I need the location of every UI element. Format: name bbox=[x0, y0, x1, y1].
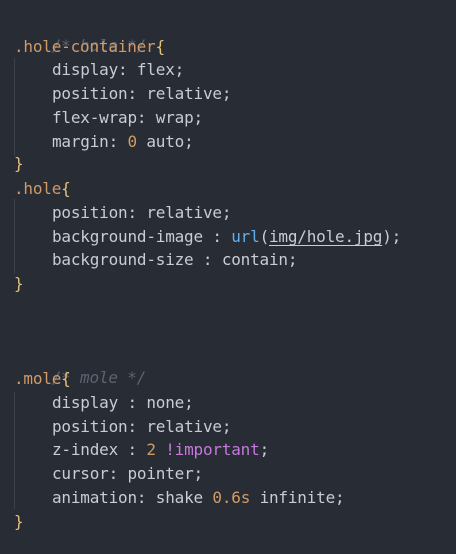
open-brace: { bbox=[61, 179, 71, 198]
css-selector: .hole-container bbox=[14, 37, 156, 56]
css-url[interactable]: img/hole.jpg bbox=[269, 227, 382, 246]
code-line: .hole{ bbox=[14, 177, 71, 200]
css-value: pointer bbox=[127, 464, 194, 483]
close-brace: } bbox=[14, 512, 24, 531]
code-line: animation: shake 0.6s infinite; bbox=[52, 488, 345, 507]
open-brace: { bbox=[61, 369, 71, 388]
css-property: background-image bbox=[52, 227, 203, 246]
css-property: cursor bbox=[52, 464, 109, 483]
code-line: background-image : url(img/hole.jpg); bbox=[52, 227, 402, 246]
css-property: margin bbox=[52, 132, 109, 151]
open-brace: { bbox=[155, 37, 166, 56]
code-line: /* mole */ bbox=[14, 343, 147, 387]
code-line: } bbox=[14, 272, 24, 295]
css-number: 2 bbox=[146, 440, 156, 459]
css-property: position bbox=[52, 417, 128, 436]
css-property: animation bbox=[52, 488, 137, 507]
code-line: background-size : contain; bbox=[52, 250, 298, 269]
css-value: none bbox=[146, 393, 185, 412]
code-line: margin: 0 auto; bbox=[52, 132, 194, 151]
code-line: } bbox=[14, 510, 24, 533]
close-brace: } bbox=[14, 154, 24, 173]
close-brace: } bbox=[14, 274, 24, 293]
css-value: flex bbox=[136, 60, 175, 79]
css-property: z-index bbox=[52, 440, 119, 459]
css-selector: .hole bbox=[14, 179, 62, 198]
css-property: display bbox=[52, 393, 119, 412]
css-value: relative bbox=[146, 203, 222, 222]
code-line: display : none; bbox=[52, 393, 194, 412]
css-property: flex-wrap bbox=[52, 108, 137, 127]
css-property: position bbox=[52, 203, 128, 222]
css-value: relative bbox=[146, 84, 222, 103]
css-property: background-size bbox=[52, 250, 194, 269]
css-property: position bbox=[52, 84, 128, 103]
css-value: auto bbox=[146, 132, 185, 151]
code-line: /* hole */ bbox=[14, 11, 147, 55]
code-line: display: flex; bbox=[52, 60, 185, 79]
css-value: relative bbox=[146, 417, 222, 436]
css-property: display bbox=[52, 60, 119, 79]
code-line: z-index : 2 !important; bbox=[52, 440, 269, 459]
css-important: !important bbox=[165, 440, 260, 459]
css-selector: .mole bbox=[14, 369, 62, 388]
code-line: position: relative; bbox=[52, 203, 232, 222]
css-function: url bbox=[231, 227, 260, 246]
code-line: cursor: pointer; bbox=[52, 464, 203, 483]
css-value: infinite bbox=[259, 488, 336, 507]
css-number: 0 bbox=[127, 132, 137, 151]
css-number: 0.6s bbox=[212, 488, 251, 507]
code-line: } bbox=[14, 152, 24, 175]
code-line: .mole{ bbox=[14, 367, 71, 390]
css-value: wrap bbox=[155, 108, 194, 127]
css-value: contain bbox=[221, 250, 288, 269]
code-line: .hole-container{ bbox=[14, 35, 165, 58]
code-line: flex-wrap: wrap; bbox=[52, 108, 203, 127]
css-value: shake bbox=[155, 488, 203, 507]
code-line: position: relative; bbox=[52, 417, 232, 436]
code-editor[interactable]: /* hole */ .hole-container{ display: fle… bbox=[0, 0, 456, 554]
code-line: position: relative; bbox=[52, 84, 232, 103]
